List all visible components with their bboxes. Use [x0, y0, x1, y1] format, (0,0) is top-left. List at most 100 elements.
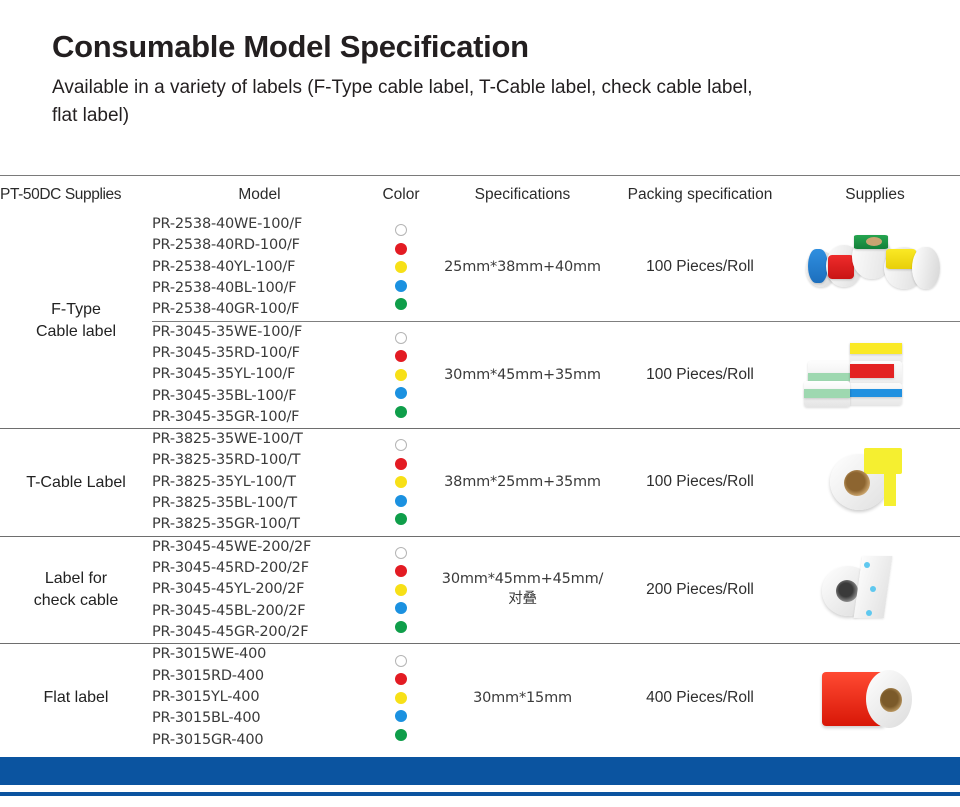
- model-code: PR-3045-45RD-200/2F: [152, 560, 309, 576]
- model-list: PR-3825-35WE-100/T PR-3825-35RD-100/T PR…: [152, 428, 367, 537]
- model-code: PR-3825-35WE-100/T: [152, 431, 303, 448]
- color-swatch-yellow: [395, 368, 407, 381]
- color-swatch-blue: [395, 710, 407, 723]
- color-swatch-blue: [395, 602, 407, 615]
- column-header-supplies: Supplies: [845, 186, 905, 203]
- model-list: PR-3045-35WE-100/F PR-3045-35RD-100/F PR…: [152, 320, 367, 429]
- color-swatch-list: [367, 214, 435, 321]
- model-list: PR-3045-45WE-200/2F PR-3045-45RD-200/2F …: [152, 535, 367, 644]
- row-type-line: check cable: [33, 591, 119, 609]
- row-type-label: Flat label: [0, 643, 152, 751]
- color-swatch-green: [395, 405, 407, 418]
- column-header-model: Model: [238, 186, 281, 203]
- color-swatch-white: [395, 331, 407, 344]
- color-swatch-list: [367, 643, 435, 751]
- supplies-image-cell: [790, 428, 960, 537]
- color-swatch-white: [395, 654, 407, 667]
- model-code: PR-3825-35RD-100/T: [152, 452, 301, 469]
- row-type-label: T-Cable Label: [0, 428, 152, 537]
- color-swatch-white: [395, 439, 407, 452]
- page-subtitle: Available in a variety of labels (F-Type…: [52, 77, 753, 126]
- table-row: Label for check cable PR-3045-45WE-200/2…: [0, 535, 960, 644]
- specification-value: 25mm*38mm+40mm: [444, 259, 601, 276]
- model-code: PR-3015RD-400: [152, 667, 264, 684]
- footer-accent-bar: [0, 757, 960, 785]
- specification-value: 30mm*15mm: [435, 643, 610, 751]
- row-type-line: Flat label: [43, 688, 109, 706]
- color-swatch-red: [395, 673, 407, 686]
- consumable-spec-table: PT-50DC Supplies Model Color Specificati…: [0, 175, 960, 751]
- color-swatch-white: [395, 546, 407, 559]
- color-swatch-green: [395, 620, 407, 633]
- color-swatch-list: [367, 535, 435, 644]
- color-swatch-list: [367, 428, 435, 537]
- table-body: F-Type Cable label PR-2538-40WE-100/F PR…: [0, 214, 960, 751]
- model-code: PR-2538-40RD-100/F: [152, 237, 300, 254]
- model-code: PR-3015BL-400: [152, 710, 261, 727]
- row-type-line: T-Cable Label: [26, 473, 126, 491]
- table-row: F-Type Cable label PR-2538-40WE-100/F PR…: [0, 214, 960, 340]
- model-code: PR-2538-40WE-100/F: [152, 216, 303, 232]
- model-code: PR-3045-35GR-100/F: [152, 408, 300, 425]
- model-list: PR-3015WE-400 PR-3015RD-400 PR-3015YL-40…: [152, 643, 367, 751]
- supplies-image-cell: [790, 214, 960, 321]
- model-code: PR-3045-45GR-200/2F: [152, 623, 309, 640]
- model-code: PR-3045-35WE-100/F: [152, 323, 303, 340]
- color-swatch-yellow: [395, 691, 407, 704]
- model-code: PR-2538-40BL-100/F: [152, 279, 297, 296]
- row-type-line: Label for: [44, 570, 108, 588]
- model-code: PR-3045-35RD-100/F: [152, 344, 300, 361]
- model-list: PR-2538-40WE-100/F PR-2538-40RD-100/F PR…: [152, 214, 367, 321]
- model-code: PR-3045-45BL-200/2F: [152, 602, 306, 619]
- packing-specification-value: 200 Pieces/Roll: [610, 535, 790, 644]
- model-code: PR-2538-40GR-100/F: [152, 301, 300, 318]
- color-swatch-blue: [395, 494, 407, 507]
- model-code: PR-3015WE-400: [152, 646, 267, 663]
- supplies-image-cell: [790, 643, 960, 751]
- packing-specification-value: 100 Pieces/Roll: [646, 258, 754, 276]
- column-header-specifications: Specifications: [474, 186, 571, 203]
- model-code: PR-3825-35BL-100/T: [152, 495, 297, 512]
- supplies-image-cell: [790, 320, 960, 429]
- table-row: T-Cable Label PR-3825-35WE-100/T PR-3825…: [0, 428, 960, 537]
- model-code: PR-3045-45YL-200/2F: [152, 581, 305, 598]
- color-swatch-green: [395, 728, 407, 741]
- color-swatch-green: [395, 298, 407, 311]
- supplies-image-cell: [790, 535, 960, 644]
- specification-value: 30mm*45mm+45mm/对叠: [435, 535, 610, 644]
- specification-value: 30mm*45mm+35mm: [435, 320, 610, 429]
- model-code: PR-3015YL-400: [152, 688, 260, 705]
- table-row: Flat label PR-3015WE-400 PR-3015RD-400 P…: [0, 643, 960, 751]
- color-swatch-red: [395, 457, 407, 470]
- white-flag-label-roll-image: [800, 548, 950, 632]
- color-swatch-white: [395, 224, 407, 237]
- row-type-label: F-Type Cable label: [0, 214, 152, 429]
- red-flat-label-roll-image: [800, 656, 950, 740]
- color-swatch-red: [395, 565, 407, 578]
- color-swatch-red: [395, 350, 407, 363]
- column-header-type: PT-50DC Supplies: [0, 186, 122, 203]
- model-code: PR-3045-45WE-200/2F: [152, 538, 312, 555]
- row-type-line: F-Type: [51, 301, 101, 319]
- packing-specification-value: 400 Pieces/Roll: [610, 643, 790, 751]
- color-swatch-blue: [395, 387, 407, 400]
- model-code: PR-3045-35YL-100/F: [152, 366, 296, 383]
- consumable-spec-table-wrapper: PT-50DC Supplies Model Color Specificati…: [0, 175, 960, 751]
- packing-specification-value: 100 Pieces/Roll: [610, 320, 790, 429]
- table-header: PT-50DC Supplies Model Color Specificati…: [0, 176, 960, 215]
- specification-value: 38mm*25mm+35mm: [435, 428, 610, 537]
- column-header-packing-specification: Packing specification: [627, 186, 773, 203]
- footer-accent-line: [0, 792, 960, 796]
- color-swatch-yellow: [395, 583, 407, 596]
- color-swatch-red: [395, 242, 407, 255]
- yellow-t-label-roll-image: [800, 440, 950, 524]
- model-code: PR-3015GR-400: [152, 731, 264, 748]
- model-code: PR-3825-35YL-100/T: [152, 473, 296, 490]
- color-swatch-yellow: [395, 476, 407, 489]
- color-swatch-list: [367, 320, 435, 429]
- model-code: PR-3045-35BL-100/F: [152, 387, 297, 404]
- multi-color-label-roll-cluster-image: [800, 225, 950, 309]
- column-header-color: Color: [382, 186, 420, 203]
- packing-specification-value: 100 Pieces/Roll: [610, 428, 790, 537]
- color-swatch-yellow: [395, 261, 407, 274]
